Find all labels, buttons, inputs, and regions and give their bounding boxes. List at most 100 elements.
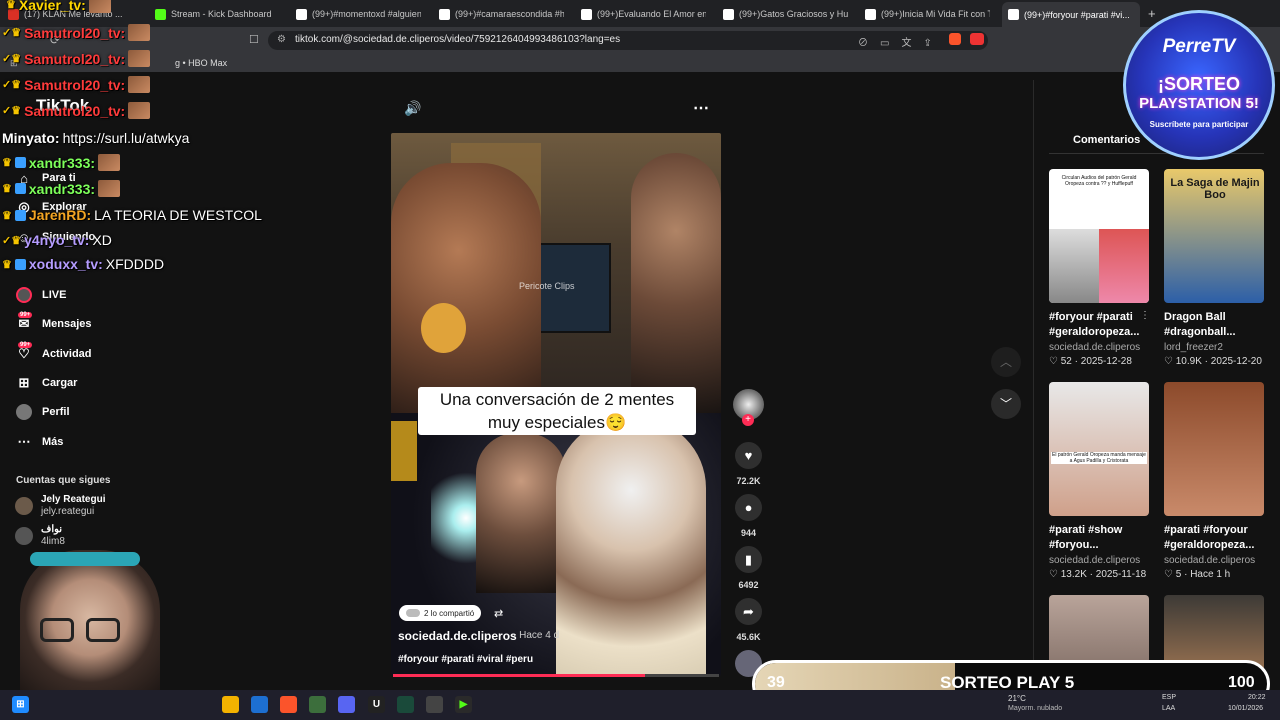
new-tab-button[interactable]: + bbox=[1148, 6, 1156, 21]
edge-icon[interactable] bbox=[251, 696, 268, 713]
thumb-headline: La Saga de Majin Boo bbox=[1170, 177, 1260, 201]
volume-icon[interactable]: 🔊 bbox=[404, 100, 421, 117]
tab-tiktok-4[interactable]: (99+)Gatos Graciosos y Humor... bbox=[723, 4, 848, 24]
share-count: 45.6K bbox=[736, 632, 761, 642]
following-name[interactable]: نواف bbox=[41, 524, 62, 535]
rec-user[interactable]: sociedad.de.cliperos bbox=[1049, 555, 1140, 566]
crown-icon: ♛ bbox=[2, 183, 12, 195]
chat-message: ✓♛ y4nyo_tv: XD bbox=[2, 232, 112, 248]
save-button[interactable]: ▮ bbox=[735, 546, 762, 573]
rec-title[interactable]: #parati #show bbox=[1049, 523, 1122, 538]
activity-badge: 99+ bbox=[18, 342, 33, 348]
rec-title[interactable]: #geraldoropeza... bbox=[1049, 325, 1139, 340]
rec-user[interactable]: sociedad.de.cliperos bbox=[1164, 555, 1255, 566]
video-author[interactable]: sociedad.de.cliperos bbox=[398, 629, 517, 643]
site-info-icon[interactable]: ⚙ bbox=[277, 34, 286, 45]
promo-line1: ¡SORTEO bbox=[1157, 74, 1240, 94]
tab-tiktok-active[interactable]: (99+)#foryour #parati #vi...✕ bbox=[1002, 2, 1140, 27]
man-right bbox=[631, 153, 721, 413]
previous-video-button[interactable]: ︿ bbox=[991, 347, 1021, 377]
crown-icon: ✓♛ bbox=[2, 79, 22, 91]
more-icon[interactable]: ⋮ bbox=[1140, 310, 1150, 321]
tiktok-icon bbox=[1008, 9, 1019, 20]
rec-meta: ♡ 10.9K · 2025-12-20 bbox=[1164, 356, 1262, 367]
sub-badge-icon bbox=[14, 183, 26, 194]
bookmark-star-icon[interactable]: ☐ bbox=[249, 33, 259, 46]
streamer-webcam bbox=[0, 540, 175, 690]
rec-title[interactable]: #parati #foryour bbox=[1164, 523, 1248, 538]
tab-tiktok-5[interactable]: (99+)Inicia Mi Vida Fit con Taco... bbox=[865, 4, 990, 24]
language-indicator[interactable]: ESP bbox=[1162, 694, 1176, 701]
shared-pill[interactable]: 2 lo compartió bbox=[399, 605, 482, 621]
rec-title[interactable]: #foryour #parati bbox=[1049, 310, 1133, 325]
chat-message: ✓♛ Samutrol20_tv: bbox=[2, 76, 151, 93]
url-text[interactable]: tiktok.com/@sociedad.de.cliperos/video/7… bbox=[295, 34, 620, 45]
tiktok-icon bbox=[723, 8, 734, 20]
recommendation-thumb[interactable]: La Saga de Majin Boo bbox=[1164, 169, 1264, 303]
extension-icon[interactable] bbox=[970, 33, 984, 45]
tab-kick-dashboard[interactable]: Stream - Kick Dashboard bbox=[155, 4, 280, 24]
recommendation-thumb[interactable]: El patrón Gerald Oropeza manda mensaje a… bbox=[1049, 382, 1149, 516]
recommendation-thumb[interactable]: Circulan Audios del patrón Gerald Oropez… bbox=[1049, 169, 1149, 303]
terminal-icon[interactable] bbox=[397, 696, 414, 713]
nav-live[interactable]: LIVE bbox=[16, 287, 66, 303]
nav-cargar[interactable]: ⊞ Cargar bbox=[16, 375, 78, 391]
tab-tiktok-1[interactable]: (99+)#momentoxd #alguienno... bbox=[296, 4, 421, 24]
brave-icon[interactable] bbox=[280, 696, 297, 713]
rec-title[interactable]: #dragonball... bbox=[1164, 325, 1236, 340]
app-icon[interactable] bbox=[426, 696, 443, 713]
glasses-left bbox=[40, 618, 74, 642]
nav-mensajes[interactable]: ✉ Mensajes bbox=[16, 316, 92, 332]
bookmark-hbo[interactable]: g • HBO Max bbox=[175, 58, 227, 68]
clock-time[interactable]: 20:22 bbox=[1248, 694, 1266, 701]
avatar-stack bbox=[406, 609, 420, 617]
video-caption-line1: Una conversación de 2 mentes bbox=[439, 390, 675, 409]
file-explorer-icon[interactable] bbox=[222, 696, 239, 713]
next-video-button[interactable]: ﹀ bbox=[991, 389, 1021, 419]
rec-user[interactable]: sociedad.de.cliperos bbox=[1049, 342, 1140, 353]
close-tab-icon[interactable]: ✕ bbox=[1139, 9, 1140, 20]
rec-title[interactable]: Dragon Ball bbox=[1164, 310, 1226, 325]
tab-comentarios[interactable]: Comentarios bbox=[1073, 134, 1140, 146]
sub-badge-icon bbox=[14, 258, 26, 270]
nav-mas[interactable]: ⋯ Más bbox=[16, 434, 64, 450]
chat-message: ♛ JarenRD: LA TEORIA DE WESTCOL bbox=[2, 207, 262, 223]
heart-icon: ♡ bbox=[1049, 569, 1061, 580]
nav-perfil[interactable]: Perfil bbox=[16, 404, 70, 420]
comment-icon: ● bbox=[744, 500, 753, 515]
like-button[interactable]: ♥ bbox=[735, 442, 762, 469]
emote-icon bbox=[88, 0, 111, 13]
tab-tiktok-2[interactable]: (99+)#camaraescondida #hum... bbox=[439, 4, 564, 24]
windows-start-icon[interactable]: ⊞ bbox=[12, 696, 29, 713]
video-progress-fill bbox=[393, 674, 645, 677]
tab-tiktok-3[interactable]: (99+)Evaluando El Amor en Ev... bbox=[581, 4, 706, 24]
rec-user[interactable]: lord_freezer2 bbox=[1164, 342, 1223, 353]
video-time: · Hace 4 d bbox=[513, 630, 560, 641]
share-button[interactable]: ➦ bbox=[735, 598, 762, 625]
video-tags[interactable]: #foryour #parati #viral #peru bbox=[398, 654, 533, 665]
more-options-icon[interactable]: ⋯ bbox=[693, 98, 709, 118]
recommendation-thumb[interactable] bbox=[1164, 382, 1264, 516]
repost-icon[interactable]: ⇄ bbox=[494, 607, 503, 620]
crown-icon: ♛ bbox=[6, 0, 16, 11]
address-bar-actions[interactable]: ⊘▭文⇪ bbox=[858, 34, 944, 49]
following-name[interactable]: Jely Reategui bbox=[41, 494, 105, 505]
obs-icon[interactable] bbox=[309, 696, 326, 713]
messages-badge: 99+ bbox=[18, 312, 33, 318]
promo-brand: PerreTV bbox=[1162, 36, 1236, 57]
avatar[interactable] bbox=[15, 497, 33, 515]
kick-app-icon[interactable]: ▶ bbox=[455, 696, 472, 713]
promo-line2: PLAYSTATION 5! bbox=[1139, 95, 1259, 112]
comment-button[interactable]: ● bbox=[735, 494, 762, 521]
rec-meta: ♡ 52 · 2025-12-28 bbox=[1049, 356, 1132, 367]
follow-plus-icon[interactable]: + bbox=[742, 414, 754, 426]
app-u-icon[interactable]: U bbox=[368, 696, 385, 713]
emote-icon bbox=[128, 50, 151, 67]
weather-temp[interactable]: 21°C bbox=[1008, 694, 1026, 703]
video-scene-top: Pericote Clips bbox=[391, 133, 721, 413]
brave-shield-icon[interactable] bbox=[949, 33, 961, 45]
discord-icon[interactable] bbox=[338, 696, 355, 713]
rec-title[interactable]: #geraldoropeza... bbox=[1164, 538, 1254, 553]
nav-actividad[interactable]: ♡ Actividad bbox=[16, 346, 91, 362]
rec-title[interactable]: #foryou... bbox=[1049, 538, 1099, 553]
